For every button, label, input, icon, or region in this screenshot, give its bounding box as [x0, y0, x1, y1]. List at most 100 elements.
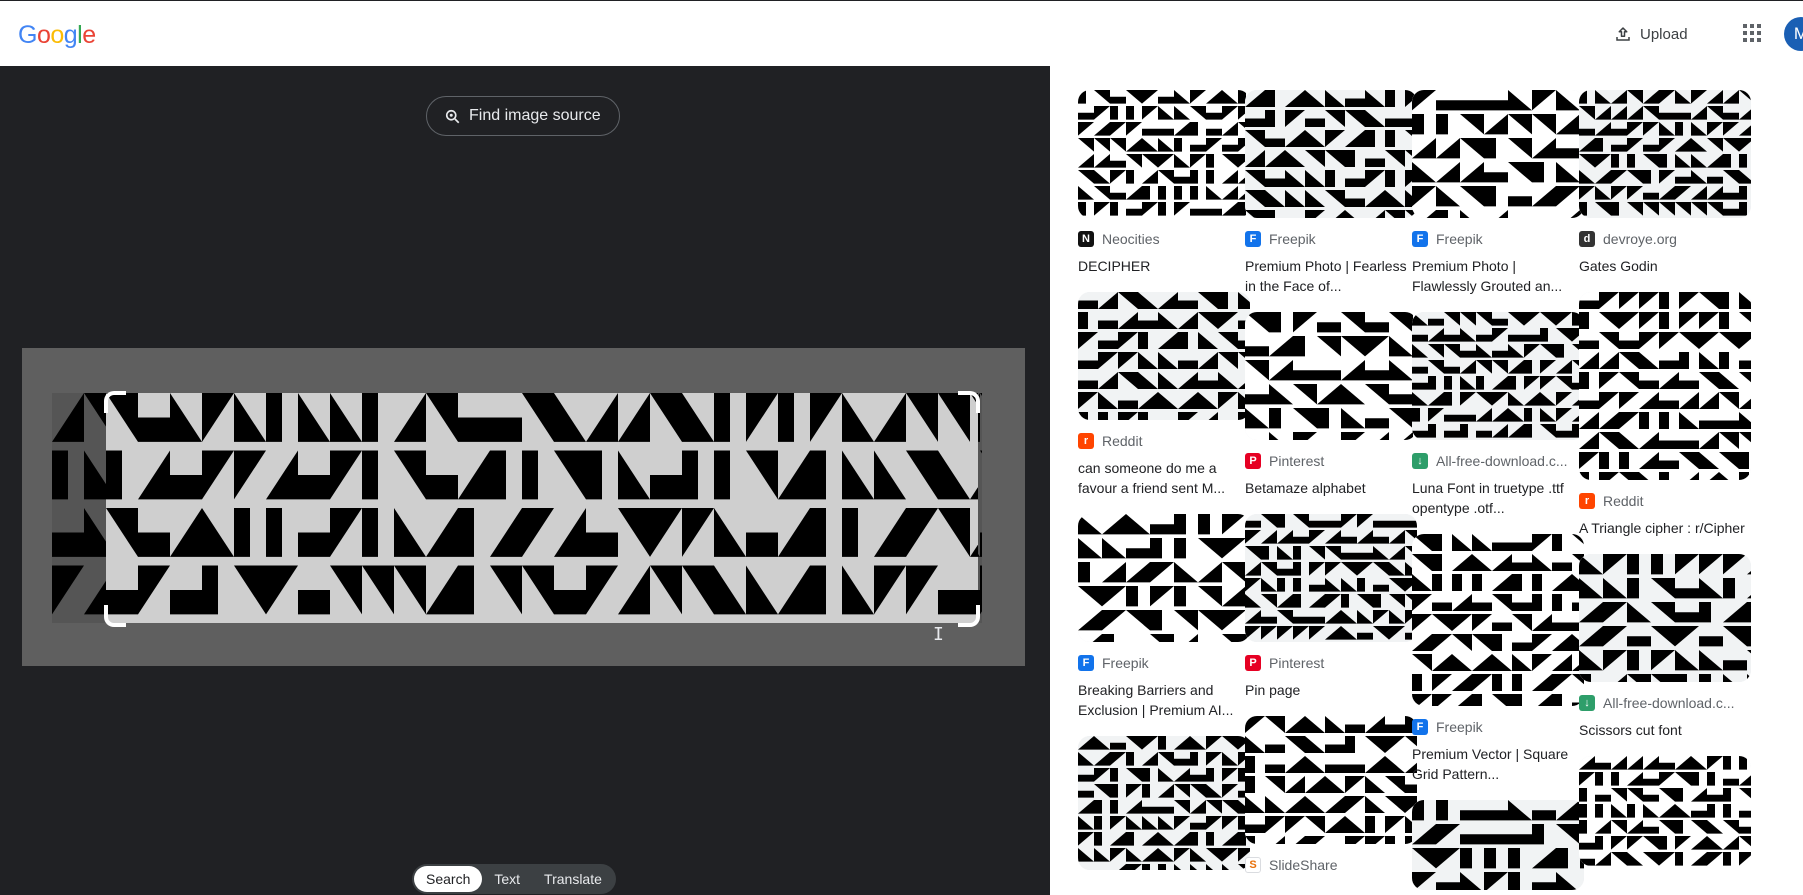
result-title[interactable]: A Triangle cipher : r/Cipher [1579, 518, 1751, 538]
result-source[interactable]: N Neocities [1078, 230, 1250, 248]
selection-region[interactable] [106, 393, 978, 623]
result-card[interactable]: r Reddit A Triangle cipher : r/Cipher [1579, 292, 1751, 538]
result-thumbnail[interactable] [1412, 312, 1584, 440]
result-thumbnail[interactable] [1245, 716, 1417, 844]
result-title[interactable]: Premium Photo | Fearless in the Face of.… [1245, 256, 1417, 296]
result-source[interactable]: S SlideShare [1245, 856, 1417, 874]
tab-translate[interactable]: Translate [532, 866, 614, 892]
result-thumbnail[interactable] [1078, 90, 1250, 218]
result-title[interactable]: Premium Photo | Flawlessly Grouted an... [1412, 256, 1584, 296]
selection-handle-bottom-right[interactable] [958, 605, 980, 627]
source-name: Pinterest [1269, 655, 1325, 671]
source-name: Freepik [1436, 231, 1483, 247]
site-favicon-icon: F [1078, 655, 1094, 671]
source-name: Reddit [1102, 433, 1143, 449]
result-source[interactable]: d devroye.org [1579, 230, 1751, 248]
result-thumbnail[interactable] [1412, 800, 1584, 890]
result-source[interactable]: F Freepik [1245, 230, 1417, 248]
result-title[interactable]: Scissors cut font [1579, 720, 1751, 740]
result-thumbnail[interactable] [1078, 736, 1250, 870]
result-thumbnail[interactable] [1078, 514, 1250, 642]
top-bar: Google Upload M [0, 0, 1803, 66]
result-title[interactable]: DECIPHER [1078, 256, 1250, 276]
result-card[interactable]: F Freepik Premium Vector | Square Grid Pat… [1412, 534, 1584, 784]
result-thumbnail[interactable] [1245, 514, 1417, 642]
results-column: F Freepik Premium Photo | Fearless in the … [1245, 90, 1417, 890]
source-name: Freepik [1269, 231, 1316, 247]
result-source[interactable]: P Pinterest [1245, 654, 1417, 672]
google-logo[interactable]: Google [18, 21, 96, 50]
logo-letter: G [18, 21, 37, 49]
result-card[interactable]: S SlideShare [1245, 716, 1417, 874]
result-card[interactable]: F Freepik Premium Photo | Flawlessly Grout… [1412, 90, 1584, 296]
tab-text[interactable]: Text [482, 866, 532, 892]
result-source[interactable]: F Freepik [1078, 654, 1250, 672]
upload-button[interactable]: Upload [1602, 17, 1700, 51]
result-title[interactable]: Gates Godin [1579, 256, 1751, 276]
result-thumbnail[interactable] [1579, 756, 1751, 866]
site-favicon-icon: r [1579, 493, 1595, 509]
selection-handle-top-right[interactable] [958, 391, 980, 413]
result-thumbnail[interactable] [1579, 554, 1751, 682]
site-favicon-icon: N [1078, 231, 1094, 247]
result-source[interactable]: ↓ All-free-download.c... [1412, 452, 1584, 470]
site-favicon-icon: d [1579, 231, 1595, 247]
text-cursor-icon: I [933, 624, 944, 645]
lens-mode-tabs: Search Text Translate [412, 864, 616, 894]
avatar[interactable]: M [1784, 17, 1803, 51]
source-name: devroye.org [1603, 231, 1677, 247]
result-card[interactable]: F Freepik Breaking Barriers and Exclusion … [1078, 514, 1250, 720]
result-title[interactable]: Breaking Barriers and Exclusion | Premiu… [1078, 680, 1250, 720]
site-favicon-icon: F [1245, 231, 1261, 247]
result-source[interactable]: ↓ All-free-download.c... [1579, 694, 1751, 712]
result-card[interactable]: N Neocities DECIPHER [1078, 90, 1250, 276]
result-title[interactable]: Pin page [1245, 680, 1417, 700]
result-thumbnail[interactable] [1412, 534, 1584, 706]
result-thumbnail[interactable] [1078, 292, 1250, 420]
result-source[interactable]: r Reddit [1579, 492, 1751, 510]
selection-handle-top-left[interactable] [104, 391, 126, 413]
result-card[interactable]: P Pinterest Betamaze alphabet [1245, 312, 1417, 498]
result-card[interactable] [1579, 756, 1751, 866]
result-thumbnail[interactable] [1579, 292, 1751, 480]
logo-letter: e [82, 21, 96, 49]
source-name: Neocities [1102, 231, 1160, 247]
upload-label: Upload [1640, 25, 1688, 43]
result-title[interactable]: Premium Vector | Square Grid Pattern... [1412, 744, 1584, 784]
results-column: d devroye.org Gates Godin r Reddit A Triangle… [1579, 90, 1751, 882]
result-card[interactable]: F Freepik Premium Photo | Fearless in the … [1245, 90, 1417, 296]
result-title[interactable]: Betamaze alphabet [1245, 478, 1417, 498]
site-favicon-icon: P [1245, 655, 1261, 671]
result-card[interactable]: ↓ All-free-download.c... Luna Font in true… [1412, 312, 1584, 518]
result-card[interactable] [1412, 800, 1584, 890]
site-favicon-icon: P [1245, 453, 1261, 469]
site-favicon-icon: ↓ [1579, 695, 1595, 711]
result-card[interactable]: P Pinterest Pin page [1245, 514, 1417, 700]
result-source[interactable]: F Freepik [1412, 718, 1584, 736]
source-name: Pinterest [1269, 453, 1325, 469]
result-card[interactable] [1078, 736, 1250, 870]
result-thumbnail[interactable] [1579, 90, 1751, 218]
apps-grid-icon[interactable] [1740, 21, 1764, 45]
result-source[interactable]: r Reddit [1078, 432, 1250, 450]
logo-letter: o [50, 21, 64, 49]
result-card[interactable]: ↓ All-free-download.c... Scissors cut font [1579, 554, 1751, 740]
find-image-source-button[interactable]: Find image source [426, 96, 620, 136]
results-column: N Neocities DECIPHER r Reddit can someone do … [1078, 90, 1250, 886]
lens-image-pane: Find image source I Search Text Translate [0, 66, 1050, 895]
result-thumbnail[interactable] [1245, 90, 1417, 218]
result-title[interactable]: can someone do me a favour a friend sent… [1078, 458, 1250, 498]
result-thumbnail[interactable] [1245, 312, 1417, 440]
result-title[interactable]: Luna Font in truetype .ttf opentype .otf… [1412, 478, 1584, 518]
result-thumbnail[interactable] [1412, 90, 1584, 218]
site-favicon-icon: ↓ [1412, 453, 1428, 469]
selection-handle-bottom-left[interactable] [104, 605, 126, 627]
result-source[interactable]: F Freepik [1412, 230, 1584, 248]
result-card[interactable]: r Reddit can someone do me a favour a frie… [1078, 292, 1250, 498]
source-name: Freepik [1436, 719, 1483, 735]
result-source[interactable]: P Pinterest [1245, 452, 1417, 470]
source-name: All-free-download.c... [1436, 453, 1568, 469]
result-card[interactable]: d devroye.org Gates Godin [1579, 90, 1751, 276]
source-name: Reddit [1603, 493, 1644, 509]
tab-search[interactable]: Search [414, 866, 483, 892]
